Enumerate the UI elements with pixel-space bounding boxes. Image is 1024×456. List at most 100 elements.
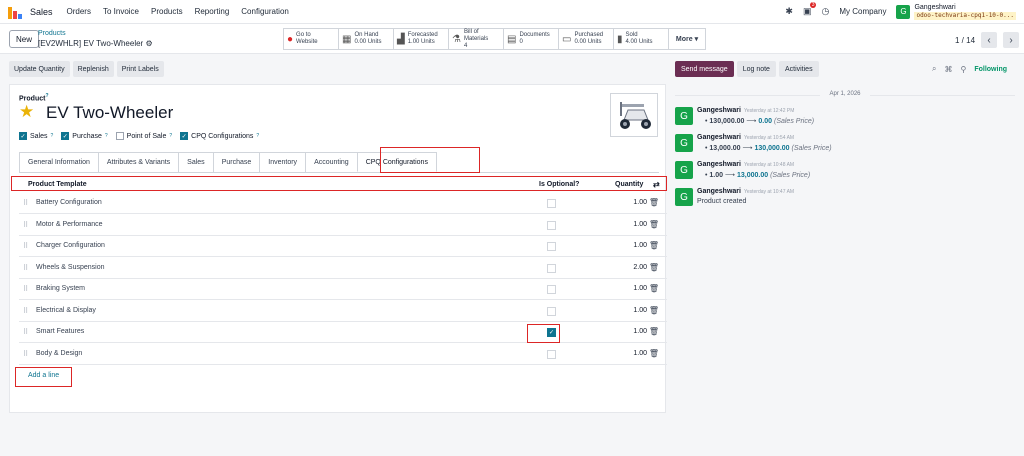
tab-cpq-configurations[interactable]: CPQ Configurations [356,152,437,172]
product-template-cell[interactable]: Braking System [36,285,85,292]
send-message-button[interactable]: Send message [675,61,734,77]
author-name[interactable]: Gangeshwari [697,134,741,141]
new-button[interactable]: New [9,30,40,48]
trash-icon[interactable]: 🗑 [649,349,659,358]
drag-handle-icon[interactable]: ⠿ [23,199,28,207]
drag-handle-icon[interactable]: ⠿ [23,221,28,229]
go-to-website-button[interactable]: ● Go to Website [283,28,339,50]
documents-button[interactable]: ▤ Documents 0 [503,28,559,50]
tab-inventory[interactable]: Inventory [259,152,307,172]
tab-accounting[interactable]: Accounting [305,152,358,172]
table-row[interactable]: ⠿ Battery Configuration 1.00 🗑 [19,193,667,214]
product-template-cell[interactable]: Motor & Performance [36,221,103,228]
forecasted-button[interactable]: ▟ Forecasted 1.00 Units [393,28,449,50]
quantity-cell[interactable]: 1.00 [633,328,647,335]
menu-orders[interactable]: Orders [67,7,91,16]
checkbox-empty-icon[interactable] [547,199,556,208]
product-template-cell[interactable]: Battery Configuration [36,199,102,206]
product-image[interactable] [610,93,658,137]
checkbox-checked-icon[interactable]: ✓ [547,328,556,337]
product-template-cell[interactable]: Body & Design [36,350,82,357]
product-template-cell[interactable]: Smart Features [36,328,84,335]
column-quantity[interactable]: Quantity [615,181,643,188]
drag-handle-icon[interactable]: ⠿ [23,328,28,336]
table-row[interactable]: ⠿ Wheels & Suspension 2.00 🗑 [19,258,667,279]
checkbox-empty-icon[interactable] [547,263,556,273]
sold-button[interactable]: ▮ Sold 4.00 Units [613,28,669,50]
table-row[interactable]: ⠿ Smart Features ✓ 1.00 🗑 [19,322,667,343]
trash-icon[interactable]: 🗑 [649,284,659,293]
checkbox-empty-icon[interactable] [547,285,556,294]
trash-icon[interactable]: 🗑 [649,327,659,336]
cpq-configurations-checkbox[interactable]: ✓ CPQ Configurations? [180,132,259,140]
author-name[interactable]: Gangeshwari [697,107,741,114]
menu-configuration[interactable]: Configuration [241,7,289,16]
tab-attributes-variants[interactable]: Attributes & Variants [97,152,180,172]
gear-icon[interactable]: ⚙ [145,39,152,48]
favorite-star-icon[interactable]: ★ [19,103,34,121]
product-template-cell[interactable]: Charger Configuration [36,242,105,249]
author-avatar[interactable]: G [675,161,693,179]
table-row[interactable]: ⠿ Braking System 1.00 🗑 [19,279,667,300]
bug-icon[interactable]: ✱ [785,6,793,17]
column-settings-icon[interactable]: ⇄ [653,180,660,189]
quantity-cell[interactable]: 1.00 [633,307,647,314]
drag-handle-icon[interactable]: ⠿ [23,264,28,272]
table-row[interactable]: ⠿ Body & Design 1.00 🗑 [19,344,667,365]
drag-handle-icon[interactable]: ⠿ [23,350,28,358]
purchased-button[interactable]: ▭ Purchased 0.00 Units [558,28,614,50]
following-button[interactable]: Following [974,66,1007,73]
app-logo-icon[interactable] [8,5,22,19]
search-icon[interactable]: ⌕ [932,64,936,74]
column-is-optional[interactable]: Is Optional? [539,181,579,188]
chat-icon[interactable]: ▣ 3 [803,2,817,17]
clock-icon[interactable]: ◷ [821,6,829,17]
on-hand-button[interactable]: ▦ On Hand 0.00 Units [338,28,394,50]
breadcrumb-products[interactable]: Products [38,29,153,39]
menu-to-invoice[interactable]: To Invoice [103,7,139,16]
quantity-cell[interactable]: 2.00 [633,264,647,271]
author-avatar[interactable]: G [675,134,693,152]
trash-icon[interactable]: 🗑 [649,198,659,207]
pager-previous-button[interactable]: ‹ [981,32,998,48]
paperclip-icon[interactable]: ⌘ [944,65,952,74]
tab-sales[interactable]: Sales [178,152,214,172]
print-labels-button[interactable]: Print Labels [116,61,164,77]
trash-icon[interactable]: 🗑 [649,263,659,272]
bill-of-materials-button[interactable]: ⚗ Bill of Materials 4 [448,28,504,50]
product-template-cell[interactable]: Electrical & Display [36,307,96,314]
point-of-sale-checkbox[interactable]: Point of Sale? [115,132,172,140]
menu-reporting[interactable]: Reporting [195,7,230,16]
purchase-checkbox[interactable]: ✓ Purchase? [61,132,108,140]
author-avatar[interactable]: G [675,107,693,125]
drag-handle-icon[interactable]: ⠿ [23,285,28,293]
checkbox-empty-icon[interactable] [547,220,556,230]
sales-checkbox[interactable]: ✓ Sales? [19,132,53,140]
replenish-button[interactable]: Replenish [72,61,114,77]
trash-icon[interactable]: 🗑 [649,220,659,229]
pager-value[interactable]: 1 / 14 [955,36,975,45]
user-menu[interactable]: G Gangeshwari odoo-techvaria-cpq1-10-0..… [896,4,1016,20]
add-a-line-link[interactable]: Add a line [28,372,59,379]
more-button[interactable]: More ▾ [668,28,706,50]
menu-products[interactable]: Products [151,7,183,16]
app-name[interactable]: Sales [30,7,53,17]
quantity-cell[interactable]: 1.00 [633,199,647,206]
quantity-cell[interactable]: 1.00 [633,350,647,357]
activities-button[interactable]: Activities [778,61,819,77]
company-switcher[interactable]: My Company [839,7,886,16]
help-tooltip-icon[interactable]: ? [45,93,48,99]
followers-icon[interactable]: ⚲ [960,65,966,74]
author-avatar[interactable]: G [675,188,693,206]
update-quantity-button[interactable]: Update Quantity [9,61,70,77]
checkbox-empty-icon[interactable] [547,242,556,251]
checkbox-empty-icon[interactable] [547,349,556,359]
log-note-button[interactable]: Log note [736,61,776,77]
product-name-field[interactable]: EV Two-Wheeler [46,103,173,123]
tab-general-information[interactable]: General Information [19,152,99,172]
column-product-template[interactable]: Product Template [28,181,87,188]
table-row[interactable]: ⠿ Electrical & Display 1.00 🗑 [19,301,667,322]
trash-icon[interactable]: 🗑 [649,241,659,250]
checkbox-empty-icon[interactable] [547,306,556,316]
quantity-cell[interactable]: 1.00 [633,242,647,249]
